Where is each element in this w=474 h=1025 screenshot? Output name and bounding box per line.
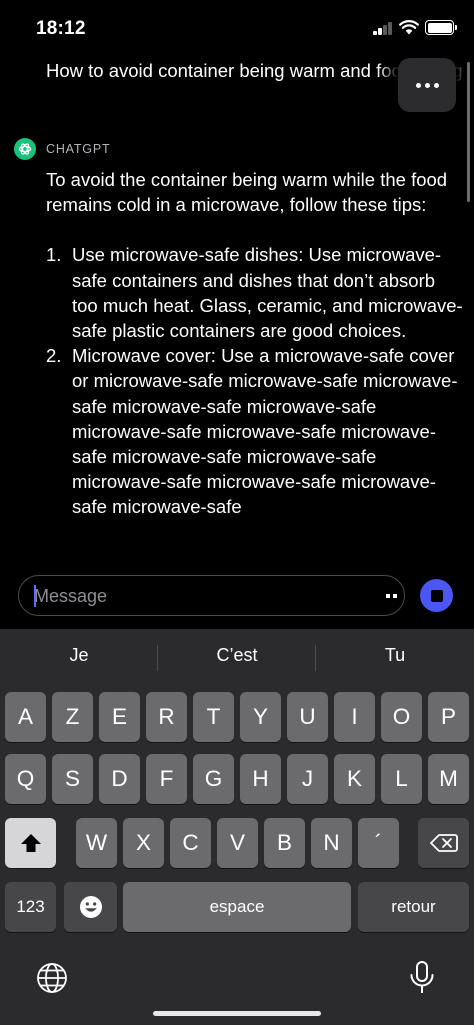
key[interactable]: Q — [5, 754, 46, 804]
key[interactable]: D — [99, 754, 140, 804]
key[interactable]: N — [311, 818, 352, 868]
key[interactable]: R — [146, 692, 187, 742]
key[interactable]: I — [334, 692, 375, 742]
key[interactable]: G — [193, 754, 234, 804]
key[interactable]: C — [170, 818, 211, 868]
delete-backward-icon — [429, 834, 458, 852]
keyboard: Je C’est Tu A Z E R T Y U I O P Q S D F … — [0, 629, 474, 1025]
suggestion-bar: Je C’est Tu — [0, 629, 474, 687]
key[interactable]: W — [76, 818, 117, 868]
stop-generating-button[interactable] — [420, 579, 453, 612]
stop-icon — [430, 589, 443, 602]
message-composer[interactable] — [18, 575, 405, 616]
emoji-icon — [79, 896, 102, 918]
assistant-name: CHATGPT — [46, 142, 111, 156]
list-item-number: 2. — [46, 345, 62, 367]
key[interactable]: A — [5, 692, 46, 742]
home-indicator[interactable] — [153, 1011, 321, 1016]
battery-icon — [425, 20, 457, 35]
space-key[interactable]: espace — [123, 882, 351, 932]
scrollbar[interactable] — [467, 62, 470, 202]
assistant-header: CHATGPT — [14, 138, 110, 160]
cellular-signal-icon — [373, 22, 393, 35]
wifi-icon — [399, 20, 419, 35]
status-time: 18:12 — [36, 18, 86, 39]
key[interactable]: J — [287, 754, 328, 804]
shift-key[interactable] — [5, 818, 56, 868]
key[interactable]: S — [52, 754, 93, 804]
key[interactable]: K — [334, 754, 375, 804]
key[interactable]: L — [381, 754, 422, 804]
microphone-icon[interactable] — [408, 960, 436, 996]
message-input[interactable] — [34, 584, 354, 608]
key[interactable]: B — [264, 818, 305, 868]
assistant-intro: To avoid the container being warm while … — [46, 169, 448, 216]
text-cursor — [34, 585, 36, 607]
key[interactable]: ´ — [358, 818, 399, 868]
key[interactable]: Z — [52, 692, 93, 742]
key[interactable]: V — [217, 818, 258, 868]
key[interactable]: Y — [240, 692, 281, 742]
tips-list: 1. Use microwave-safe dishes: Use microw… — [46, 242, 464, 519]
key[interactable]: P — [428, 692, 469, 742]
numbers-key[interactable]: 123 — [5, 882, 56, 932]
list-item-text: Microwave cover: Use a microwave-safe co… — [72, 345, 458, 518]
key[interactable]: U — [287, 692, 328, 742]
more-horizontal-icon — [415, 82, 439, 88]
key[interactable]: H — [240, 754, 281, 804]
key[interactable]: M — [428, 754, 469, 804]
return-key[interactable]: retour — [358, 882, 469, 932]
shift-icon — [20, 834, 41, 852]
emoji-key[interactable] — [64, 882, 117, 932]
status-bar: 18:12 — [0, 0, 474, 56]
key[interactable]: T — [193, 692, 234, 742]
assistant-message: To avoid the container being warm while … — [46, 167, 464, 559]
more-options-button[interactable] — [398, 58, 456, 112]
list-item-number: 1. — [46, 244, 62, 266]
list-item-text: Use microwave-safe dishes: Use microwave… — [72, 244, 463, 342]
openai-logo-icon — [14, 138, 36, 160]
suggestion-item[interactable]: C’est — [158, 645, 316, 666]
voice-indicator-icon[interactable] — [386, 594, 397, 598]
key[interactable]: E — [99, 692, 140, 742]
key[interactable]: O — [381, 692, 422, 742]
suggestion-item[interactable]: Je — [0, 645, 158, 666]
list-item: 2. Microwave cover: Use a microwave-safe… — [46, 343, 464, 519]
suggestion-item[interactable]: Tu — [316, 645, 474, 666]
key[interactable]: X — [123, 818, 164, 868]
key[interactable]: F — [146, 754, 187, 804]
delete-key[interactable] — [418, 818, 469, 868]
list-item: 1. Use microwave-safe dishes: Use microw… — [46, 242, 464, 343]
globe-icon[interactable] — [36, 962, 68, 994]
